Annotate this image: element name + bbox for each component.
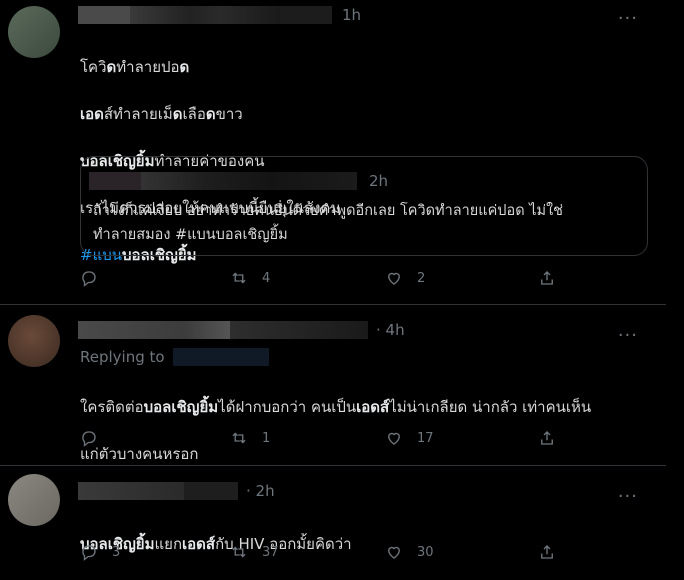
more-icon[interactable]: ··· [618,10,638,28]
like-button[interactable]: 30 [385,543,434,561]
author-handle-redacted[interactable] [230,321,368,339]
quote-header: 2h [89,171,388,191]
author-handle-redacted[interactable] [130,6,280,24]
share-icon [541,545,553,559]
retweet-button[interactable]: 37 [230,543,279,561]
quote-text: ถ้าโง่ก็แค่เงียบ อย่าทำร้ายคนอื่นด้วยคำพ… [93,203,563,243]
quote-timestamp: 2h [369,172,389,190]
reply-button[interactable] [80,269,112,287]
share-icon [541,271,553,285]
author-name-redacted[interactable] [78,321,230,339]
redacted [280,6,332,24]
replying-to-handle-redacted[interactable] [172,348,269,366]
scrollbar-track[interactable] [666,0,684,579]
author-handle-redacted[interactable] [184,482,238,500]
reply-icon [82,271,96,287]
like-button[interactable]: 2 [385,269,425,287]
retweet-button[interactable]: 4 [230,269,270,287]
timestamp[interactable]: · 4h [376,321,405,339]
reply-button[interactable] [80,429,112,447]
tweet-line-2: เอดส์ทำลายเม็ดเลือดขาว [80,104,243,123]
share-icon [541,431,553,445]
tweet-header: · 2h [78,481,275,501]
retweet-icon [232,546,246,558]
retweet-icon [232,432,246,444]
share-button[interactable] [538,269,556,287]
avatar[interactable] [8,6,60,58]
tweet-1[interactable]: 1h ··· โควิดทำลายปอด เอดส์ทำลายเม็ดเลือด… [0,0,666,304]
tweet-line-1: ใครติดต่อบอลเชิญยิ้มได้ฝากบอกว่า คนเป็นเ… [80,397,592,416]
like-icon [388,546,400,559]
tweet-2[interactable]: · 4h ··· Replying to ใครติดต่อบอลเชิญยิ้… [0,305,666,465]
like-icon [388,272,400,285]
tweet-header: · 4h [78,320,405,340]
author-name-redacted[interactable] [78,6,130,24]
tweet-actions: 3 37 30 [80,543,660,567]
reply-icon [82,545,96,561]
reply-icon [82,431,96,447]
quote-handle-redacted [141,172,357,190]
timestamp[interactable]: · 2h [246,482,275,500]
replying-to: Replying to [80,348,269,366]
like-icon [388,432,400,445]
share-button[interactable] [538,543,556,561]
more-icon[interactable]: ··· [618,327,638,345]
tweet-header: 1h [78,5,361,25]
tweet-line-1: โควิดทำลายปอด [80,57,190,76]
more-icon[interactable]: ··· [618,488,638,506]
retweet-button[interactable]: 1 [230,429,270,447]
author-name-redacted[interactable] [78,482,184,500]
tweet-actions: 4 2 [80,269,660,293]
retweet-icon [232,272,246,284]
avatar[interactable] [8,315,60,367]
tweet-3[interactable]: · 2h ··· บอลเชิญยิ้มแยกเอดส์กับ HIV ออกม… [0,466,666,579]
avatar[interactable] [8,474,60,526]
quoted-tweet[interactable]: 2h ถ้าโง่ก็แค่เงียบ อย่าทำร้ายคนอื่นด้วย… [80,156,648,256]
tweet-actions: 1 17 [80,429,660,453]
share-button[interactable] [538,429,556,447]
reply-button[interactable]: 3 [80,543,120,561]
like-button[interactable]: 17 [385,429,434,447]
timestamp[interactable]: 1h [342,6,361,24]
quote-author-redacted [89,172,141,190]
